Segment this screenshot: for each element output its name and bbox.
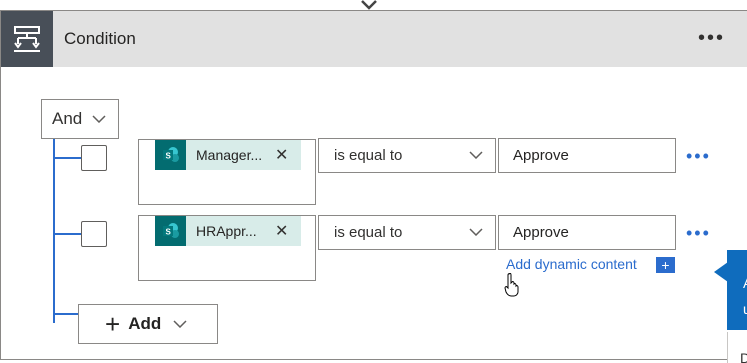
group-operator-dropdown[interactable]: And — [41, 99, 119, 139]
row2-more-button[interactable]: ••• — [686, 223, 711, 244]
chevron-down-icon — [92, 115, 106, 123]
row1-checkbox[interactable] — [81, 145, 107, 171]
hand-cursor-icon — [504, 273, 519, 297]
tree-branch-add — [53, 313, 79, 315]
close-icon[interactable]: ✕ — [275, 221, 288, 241]
row1-operator-dropdown[interactable]: is equal to — [318, 138, 496, 173]
callout-below-panel: D — [727, 332, 747, 363]
row2-operator-dropdown[interactable]: is equal to — [318, 215, 496, 250]
row2-left-operand[interactable]: S HRAppr... ✕ — [138, 215, 316, 281]
sharepoint-icon: S — [155, 140, 186, 170]
tree-branch-row1 — [53, 157, 81, 159]
sharepoint-icon: S — [155, 216, 186, 246]
svg-text:S: S — [165, 228, 171, 237]
row2-dynamic-token[interactable]: S HRAppr... ✕ — [155, 216, 301, 246]
group-operator-label: And — [52, 109, 83, 128]
chevron-down-icon — [469, 228, 483, 236]
row1-dynamic-token[interactable]: S Manager... ✕ — [155, 140, 301, 170]
row1-value-input[interactable] — [498, 138, 676, 173]
chevron-down-icon — [173, 320, 187, 328]
row2-value-input[interactable] — [498, 215, 676, 250]
row1-operator-label: is equal to — [334, 147, 403, 164]
condition-card: Condition ••• And S Manager... ✕ is equa… — [0, 10, 747, 360]
dynamic-content-callout: A u — [727, 250, 747, 330]
tree-branch-row2 — [53, 233, 81, 235]
row1-left-operand[interactable]: S Manager... ✕ — [138, 139, 316, 205]
row1-token-label: Manager... — [196, 147, 263, 163]
row2-checkbox[interactable] — [81, 221, 107, 247]
close-icon[interactable]: ✕ — [275, 145, 288, 165]
callout-pointer — [714, 262, 728, 282]
card-more-menu-button[interactable]: ••• — [698, 27, 725, 50]
row1-more-button[interactable]: ••• — [686, 146, 711, 167]
row2-token-label: HRAppr... — [196, 223, 257, 239]
add-button-label: Add — [128, 314, 162, 333]
row2-operator-label: is equal to — [334, 224, 403, 241]
card-title: Condition — [64, 29, 136, 48]
add-dynamic-content-plus-icon[interactable]: + — [656, 257, 675, 273]
condition-icon — [1, 11, 53, 67]
svg-text:S: S — [165, 152, 171, 161]
add-dynamic-content-link[interactable]: Add dynamic content — [506, 256, 637, 272]
card-header[interactable]: Condition ••• — [1, 11, 747, 67]
add-button[interactable]: + Add — [78, 304, 218, 344]
chevron-down-icon — [469, 151, 483, 159]
connector-arrow-icon — [361, 0, 377, 10]
plus-icon: + — [105, 309, 121, 339]
